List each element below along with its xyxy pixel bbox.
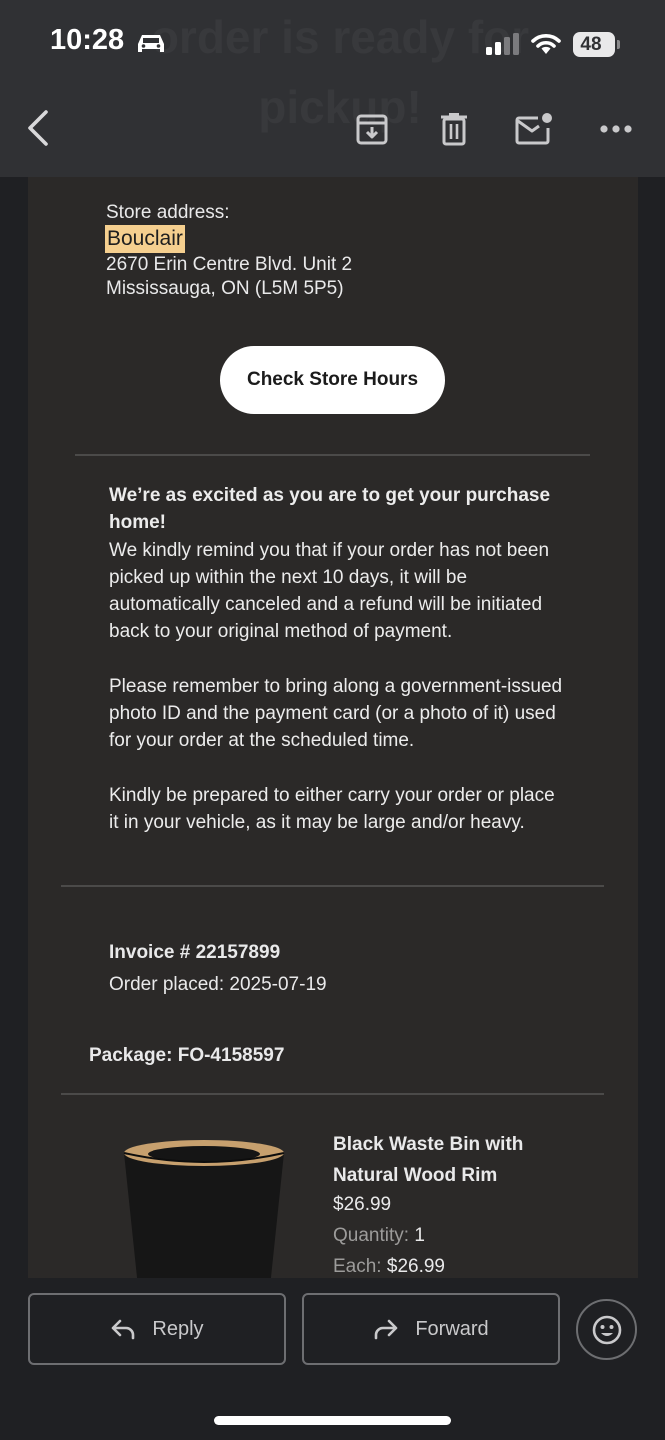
back-button[interactable] [24, 108, 56, 150]
wifi-icon [531, 34, 561, 54]
car-icon [138, 35, 164, 52]
order-placed-date: Order placed: 2025-07-19 [109, 974, 327, 995]
delete-button[interactable] [434, 108, 474, 150]
id-reminder: Please remember to bring along a governm… [109, 675, 563, 752]
reply-arrow-icon [112, 1319, 135, 1340]
package-id: Package: FO-4158597 [89, 1045, 285, 1066]
product-name: Black Waste Bin with Natural Wood Rim [333, 1134, 524, 1186]
back-arrow-icon [28, 110, 48, 146]
quantity-value: 1 [414, 1225, 425, 1246]
store-address-line-1: 2670 Erin Centre Blvd. Unit 2 [106, 254, 353, 275]
forward-arrow-icon [375, 1319, 398, 1340]
archive-button[interactable] [352, 108, 392, 150]
top-app-bar: order is ready for pickup! 10:28 48 [0, 0, 665, 177]
forward-label: Forward [415, 1317, 489, 1340]
notice-heading: We’re as excited as you are to get your … [109, 485, 551, 534]
emoji-reaction-button[interactable] [576, 1299, 637, 1360]
more-options-button[interactable] [596, 108, 636, 150]
divider [75, 454, 590, 456]
divider [61, 1093, 604, 1095]
background-subject-title: order is ready for pickup! [150, 11, 530, 133]
product-quantity: Quantity: 1 [333, 1225, 425, 1247]
emoji-icon [592, 1315, 621, 1344]
email-body: Store address: Bouclair 2670 Erin Centre… [28, 177, 638, 1278]
forward-button[interactable]: Forward [302, 1293, 560, 1365]
product-each-price: Each: $26.99 [333, 1256, 445, 1278]
divider [61, 885, 604, 887]
notice-body: We kindly remind you that if your order … [109, 539, 550, 643]
archive-icon [356, 114, 388, 145]
battery-icon: 48 [573, 32, 615, 57]
quantity-label: Quantity: [333, 1225, 410, 1246]
trash-icon [441, 113, 467, 146]
home-indicator[interactable] [214, 1416, 451, 1425]
mark-unread-button[interactable] [514, 108, 554, 150]
more-icon [600, 125, 632, 133]
product-image [123, 1140, 285, 1278]
invoice-number: Invoice # 22157899 [109, 942, 281, 963]
each-label: Each: [333, 1256, 382, 1277]
store-address-line-2: Mississauga, ON (L5M 5P5) [106, 278, 344, 299]
reply-label: Reply [152, 1317, 204, 1340]
battery-tip [617, 40, 620, 49]
store-name: Bouclair [105, 225, 185, 253]
cellular-signal-icon [486, 33, 519, 55]
status-time: 10:28 [50, 24, 125, 56]
check-store-hours-button[interactable]: Check Store Hours [220, 346, 445, 414]
reply-button[interactable]: Reply [28, 1293, 286, 1365]
product-price: $26.99 [333, 1194, 392, 1215]
each-value: $26.99 [386, 1256, 445, 1277]
store-address-label: Store address: [106, 202, 230, 223]
carry-reminder: Kindly be prepared to either carry your … [109, 784, 555, 833]
battery-level: 48 [580, 34, 602, 55]
pickup-notice: We’re as excited as you are to get your … [109, 482, 569, 863]
mark-unread-icon [515, 113, 552, 145]
